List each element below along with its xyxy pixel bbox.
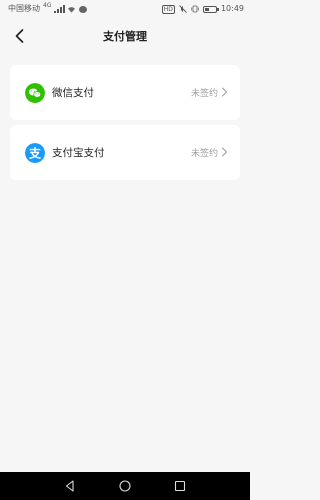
alipay-label: 支付宝支付 — [52, 147, 105, 159]
status-left: 中国移动 4G — [8, 0, 88, 18]
vibrate-icon — [191, 5, 199, 13]
battery-icon — [202, 5, 219, 13]
chevron-right-icon — [222, 147, 227, 157]
wechat-icon — [25, 83, 45, 103]
status-bar: 中国移动 4G HD 10:49 — [0, 0, 250, 18]
alipay-status: 未签约 — [190, 149, 218, 159]
nav-recent-apps-icon[interactable] — [172, 478, 188, 494]
system-navigation-bar — [0, 472, 250, 500]
nav-home-icon[interactable] — [117, 478, 133, 494]
alipay-icon: 支 — [25, 143, 45, 163]
alipay-item[interactable]: 支 支付宝支付 未签约 — [10, 125, 240, 180]
message-notification-icon — [79, 5, 88, 13]
wifi-icon — [68, 6, 76, 13]
wechat-pay-item[interactable]: 微信支付 未签约 — [10, 65, 240, 120]
wechat-pay-status: 未签约 — [190, 89, 218, 99]
hd-badge: HD — [161, 4, 175, 14]
nav-back-icon[interactable] — [62, 478, 78, 494]
app-header: 支付管理 — [0, 18, 250, 54]
mute-icon — [179, 5, 187, 13]
wechat-pay-label: 微信支付 — [52, 87, 94, 99]
page-title: 支付管理 — [103, 30, 147, 43]
chevron-right-icon — [222, 87, 227, 97]
status-right: HD 10:49 — [161, 0, 244, 18]
clock: 10:49 — [220, 4, 244, 13]
network-type: 4G — [43, 2, 52, 9]
svg-text:支: 支 — [28, 145, 42, 160]
battery-level — [204, 7, 209, 11]
carrier-name: 中国移动 — [8, 4, 40, 13]
signal-icon — [54, 5, 66, 13]
